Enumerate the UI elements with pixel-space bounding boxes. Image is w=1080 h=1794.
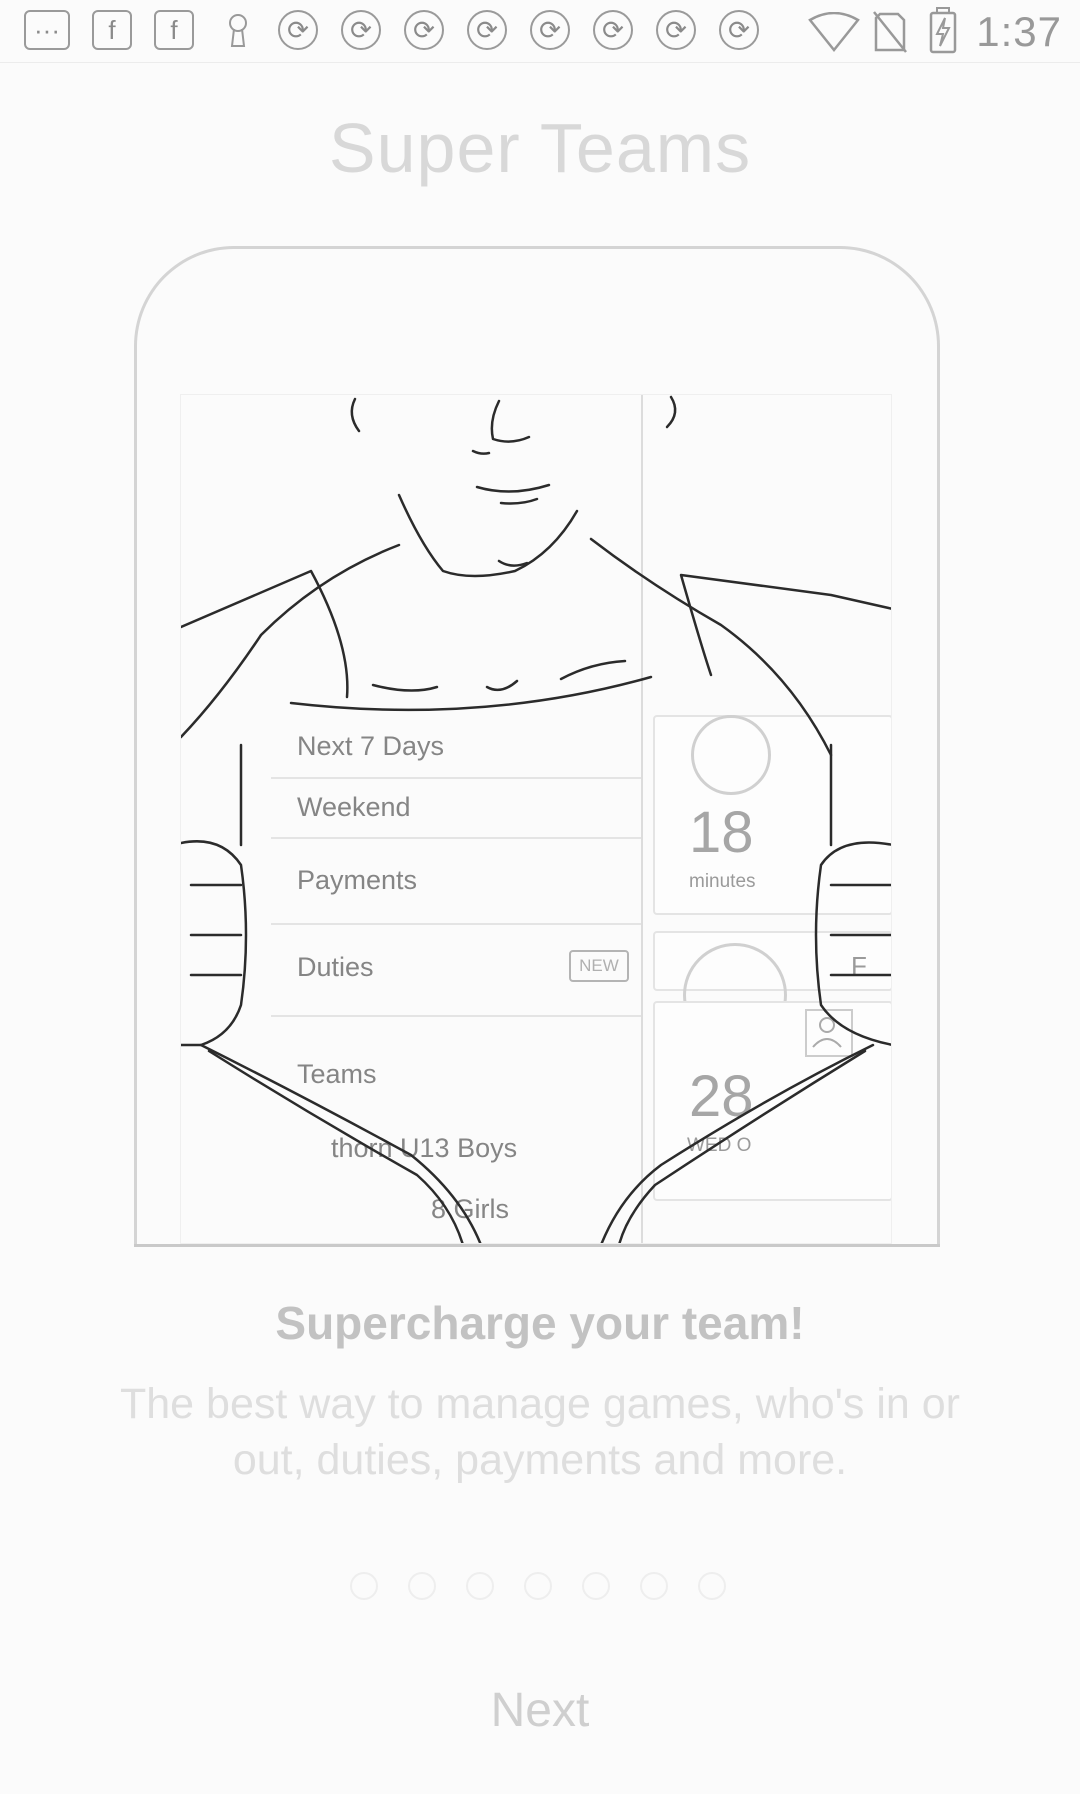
page-dot[interactable] — [640, 1572, 668, 1600]
page-dot[interactable] — [698, 1572, 726, 1600]
battery-charging-icon — [928, 6, 958, 59]
sync-icon: ⟳ — [341, 10, 381, 50]
superhero-figure-illustration — [181, 395, 891, 1243]
phone-screen-preview: Next 7 Days Weekend Payments Duties NEW … — [180, 394, 892, 1244]
onboarding-headline: Supercharge your team! — [275, 1297, 805, 1349]
page-dot[interactable] — [582, 1572, 610, 1600]
no-sim-icon — [872, 10, 908, 59]
page-dot[interactable] — [524, 1572, 552, 1600]
clock-time: 1:37 — [976, 8, 1062, 55]
phone-frame-bottom — [134, 1244, 940, 1247]
page-title: Super Teams — [328, 109, 752, 187]
status-bar: ··· f f ⟳ ⟳ ⟳ ⟳ ⟳ ⟳ ⟳ ⟳ 1:37 — [0, 0, 1080, 63]
onboarding-description: The best way to manage games, who's in o… — [120, 1380, 960, 1484]
sync-icon: ⟳ — [719, 10, 759, 50]
wifi-icon — [808, 11, 860, 57]
page-dot[interactable] — [466, 1572, 494, 1600]
next-button[interactable]: Next — [440, 1675, 640, 1745]
sync-icon: ⟳ — [404, 10, 444, 50]
page-dot[interactable] — [408, 1572, 436, 1600]
page-indicator — [350, 1572, 730, 1602]
sync-icon: ⟳ — [278, 10, 318, 50]
sync-icon: ⟳ — [467, 10, 507, 50]
facebook-icon: f — [154, 10, 194, 50]
page-dot[interactable] — [350, 1572, 378, 1600]
facebook-icon: f — [92, 10, 132, 50]
chat-icon: ··· — [24, 10, 70, 50]
sync-icon: ⟳ — [656, 10, 696, 50]
keyhole-icon — [218, 10, 258, 50]
sync-icon: ⟳ — [593, 10, 633, 50]
sync-icon: ⟳ — [530, 10, 570, 50]
